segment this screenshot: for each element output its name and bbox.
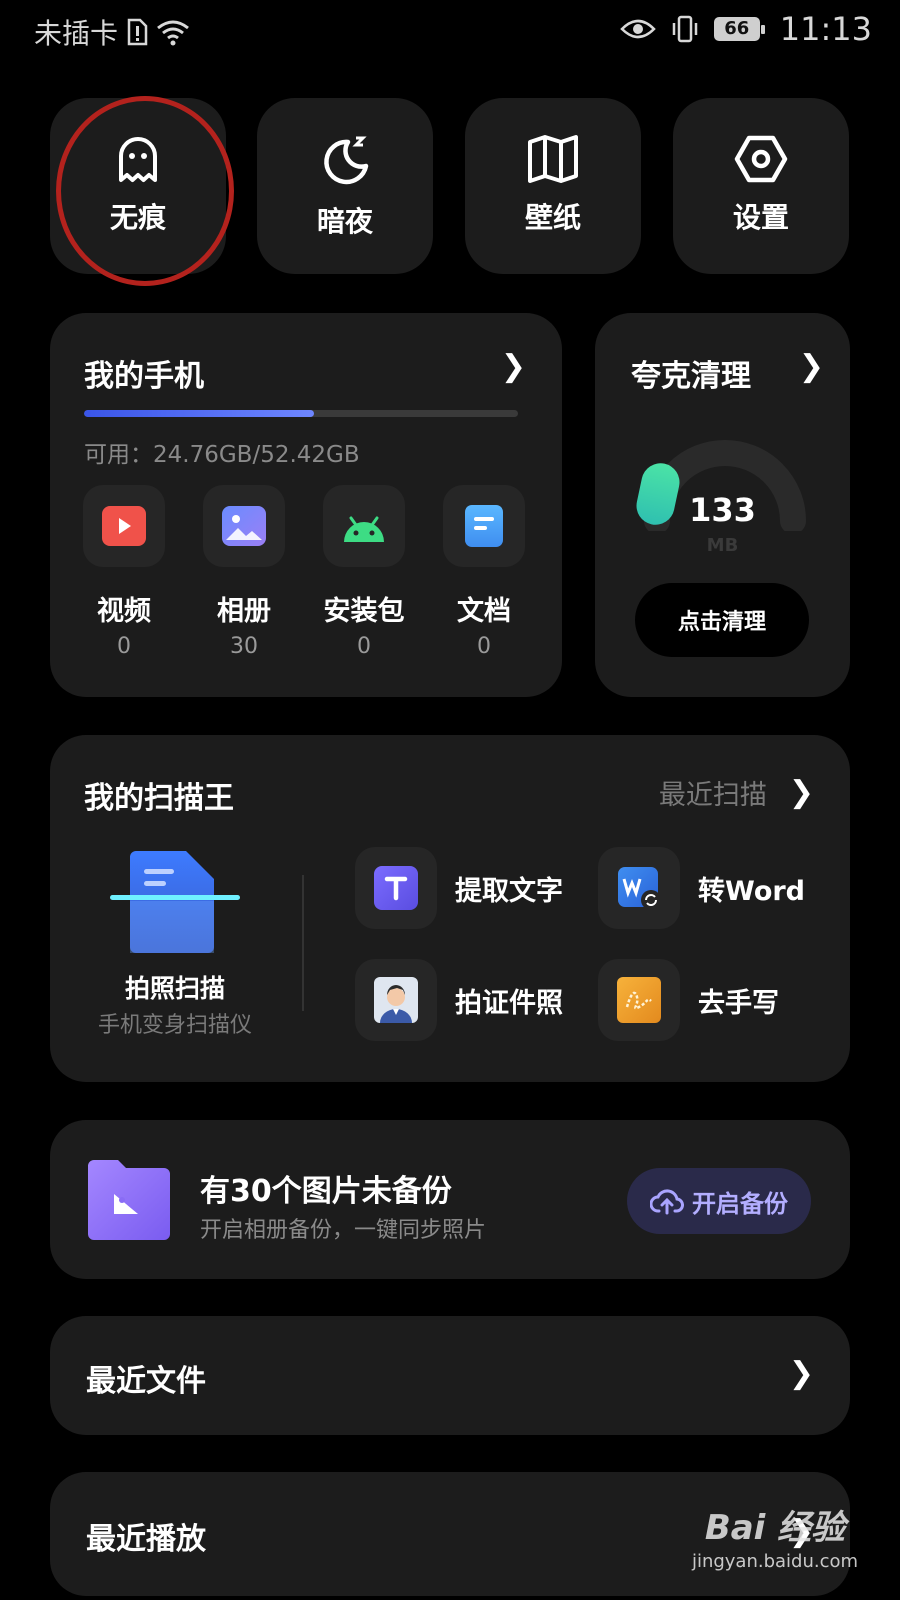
clean-now-label: 点击清理	[677, 610, 766, 635]
cleaner-title: 夸克清理	[631, 359, 751, 394]
backup-subtitle: 开启相册备份，一键同步照片	[200, 1218, 487, 1243]
status-bar-left: 未插卡	[34, 12, 190, 52]
tile-dark-mode[interactable]: 暗夜	[257, 98, 433, 274]
album-icon	[203, 485, 285, 567]
category-count: 0	[357, 634, 371, 659]
tool-remove-handwriting[interactable]: 去手写	[598, 959, 779, 1041]
tile-label: 暗夜	[316, 205, 373, 238]
category-count: 30	[230, 634, 258, 659]
divider	[302, 875, 304, 1011]
tool-id-photo[interactable]: 拍证件照	[355, 959, 563, 1041]
tool-to-word[interactable]: 转Word	[598, 847, 805, 929]
enable-backup-button[interactable]: 开启备份	[627, 1168, 811, 1234]
status-bar-right: 66 11:13	[620, 10, 872, 48]
recent-files-title: 最近文件	[86, 1364, 206, 1399]
remove-handwriting-icon	[598, 959, 680, 1041]
tile-label: 无痕	[109, 201, 166, 234]
video-icon	[83, 485, 165, 567]
category-label: 视频	[97, 596, 151, 627]
moon-icon	[324, 136, 369, 185]
category-album[interactable]: 相册 30	[194, 485, 294, 659]
watermark-url: jingyan.baidu.com	[691, 1551, 859, 1572]
cloud-upload-icon	[650, 1189, 684, 1215]
android-icon	[323, 485, 405, 567]
word-convert-icon	[598, 847, 680, 929]
category-apk[interactable]: 安装包 0	[314, 485, 414, 659]
chevron-right-icon[interactable]: ❯	[501, 349, 526, 384]
chevron-right-icon: ❯	[788, 1356, 814, 1391]
photo-scan-label: 拍照扫描	[124, 974, 225, 1003]
tool-label: 拍证件照	[455, 987, 563, 1019]
tile-wallpaper[interactable]: 壁纸	[465, 98, 641, 274]
tool-label: 转Word	[698, 875, 806, 907]
watermark-brand: Bai 经验	[704, 1508, 846, 1548]
enable-backup-label: 开启备份	[692, 1189, 788, 1218]
ghost-icon	[119, 137, 157, 182]
tile-label: 壁纸	[524, 201, 581, 234]
storage-progress-fill	[84, 410, 315, 417]
category-label: 安装包	[323, 596, 405, 627]
backup-title: 有30个图片未备份	[200, 1174, 452, 1209]
document-icon	[443, 485, 525, 567]
vibrate-icon	[672, 15, 698, 43]
recent-play-title: 最近播放	[86, 1522, 206, 1557]
my-phone-title: 我的手机	[84, 359, 204, 394]
category-count: 0	[477, 634, 491, 659]
scan-document-icon	[110, 851, 240, 953]
settings-hex-icon	[734, 135, 788, 183]
eye-comfort-icon	[620, 19, 656, 39]
category-count: 0	[117, 634, 131, 659]
my-phone-card[interactable]: 我的手机 ❯ 可用：24.76GB/52.42GB 视频 0 相册 30 安装包…	[50, 313, 562, 697]
category-video[interactable]: 视频 0	[74, 485, 174, 659]
carrier-label: 未插卡	[34, 17, 119, 50]
backup-card: 有30个图片未备份 开启相册备份，一键同步照片 开启备份	[50, 1120, 850, 1279]
storage-text: 可用：24.76GB/52.42GB	[84, 442, 360, 468]
folder-photo-icon	[88, 1160, 170, 1244]
category-label: 文档	[457, 596, 511, 627]
cleaner-card[interactable]: 夸克清理 ❯ 133 MB 点击清理	[595, 313, 850, 697]
recent-scan-link[interactable]: 最近扫描 ❯	[659, 773, 814, 812]
photo-scan-subtitle: 手机变身扫描仪	[97, 1013, 252, 1038]
cleaner-value: 133	[689, 491, 756, 529]
id-photo-icon	[355, 959, 437, 1041]
clean-now-button[interactable]: 点击清理	[635, 583, 809, 657]
tile-settings[interactable]: 设置	[673, 98, 849, 274]
storage-progress-bar	[84, 410, 518, 417]
baidu-watermark: Bai 经验 jingyan.baidu.com	[690, 1500, 860, 1572]
wallpaper-icon	[528, 135, 578, 183]
tile-label: 设置	[732, 201, 789, 234]
chevron-right-icon[interactable]: ❯	[799, 349, 824, 384]
battery-indicator: 66	[713, 17, 765, 41]
tile-incognito[interactable]: 无痕	[50, 98, 226, 274]
photo-scan-button[interactable]	[110, 847, 240, 957]
text-extract-icon	[355, 847, 437, 929]
tool-label: 去手写	[698, 987, 779, 1019]
category-label: 相册	[217, 596, 271, 627]
category-document[interactable]: 文档 0	[434, 485, 534, 659]
chevron-right-icon: ❯	[788, 775, 814, 810]
cleaner-unit: MB	[706, 535, 739, 556]
tool-label: 提取文字	[455, 875, 563, 907]
recent-files-row[interactable]: 最近文件 ❯	[50, 1316, 850, 1435]
recent-scan-label: 最近扫描	[658, 780, 767, 811]
clock: 11:13	[779, 10, 872, 48]
scanner-title: 我的扫描王	[84, 781, 234, 816]
tool-extract-text[interactable]: 提取文字	[355, 847, 563, 929]
wifi-icon	[157, 20, 189, 46]
scanner-card: 我的扫描王 最近扫描 ❯ 拍照扫描 手机变身扫描仪 提取文字 转Word 拍证件…	[50, 735, 850, 1082]
sim-alert-icon	[127, 18, 148, 46]
